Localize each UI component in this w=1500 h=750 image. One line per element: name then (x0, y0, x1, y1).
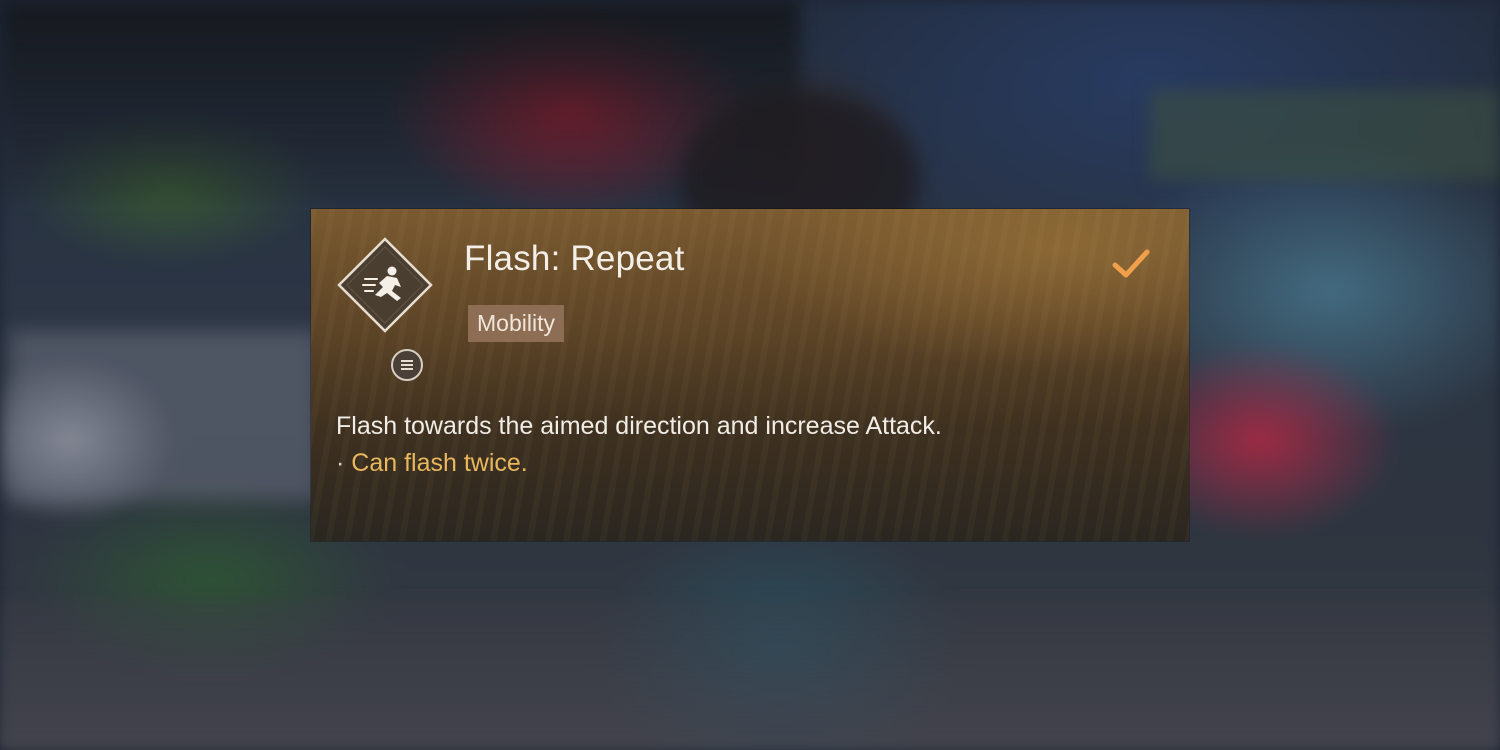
skill-description: Flash towards the aimed direction and in… (336, 412, 942, 440)
skill-bullet-text: Can flash twice. (351, 449, 528, 477)
skill-title: Flash: Repeat (464, 239, 685, 278)
skill-bullet-line: · Can flash twice. (336, 449, 528, 478)
skill-tooltip-card: Flash: Repeat Mobility Flash towards the… (311, 209, 1189, 541)
dashing-figure-icon (337, 237, 433, 333)
skill-category-tag: Mobility (468, 305, 564, 342)
checkmark-icon (1112, 249, 1150, 278)
blurred-roof-right (1150, 90, 1500, 180)
card-light-rays (311, 209, 1189, 541)
skill-icon[interactable] (335, 235, 435, 381)
skill-type-badge (391, 349, 423, 381)
bullet-marker: · (336, 449, 345, 477)
list-icon (401, 360, 413, 370)
blurred-wall (10, 330, 320, 500)
blurred-ground (0, 600, 1500, 750)
